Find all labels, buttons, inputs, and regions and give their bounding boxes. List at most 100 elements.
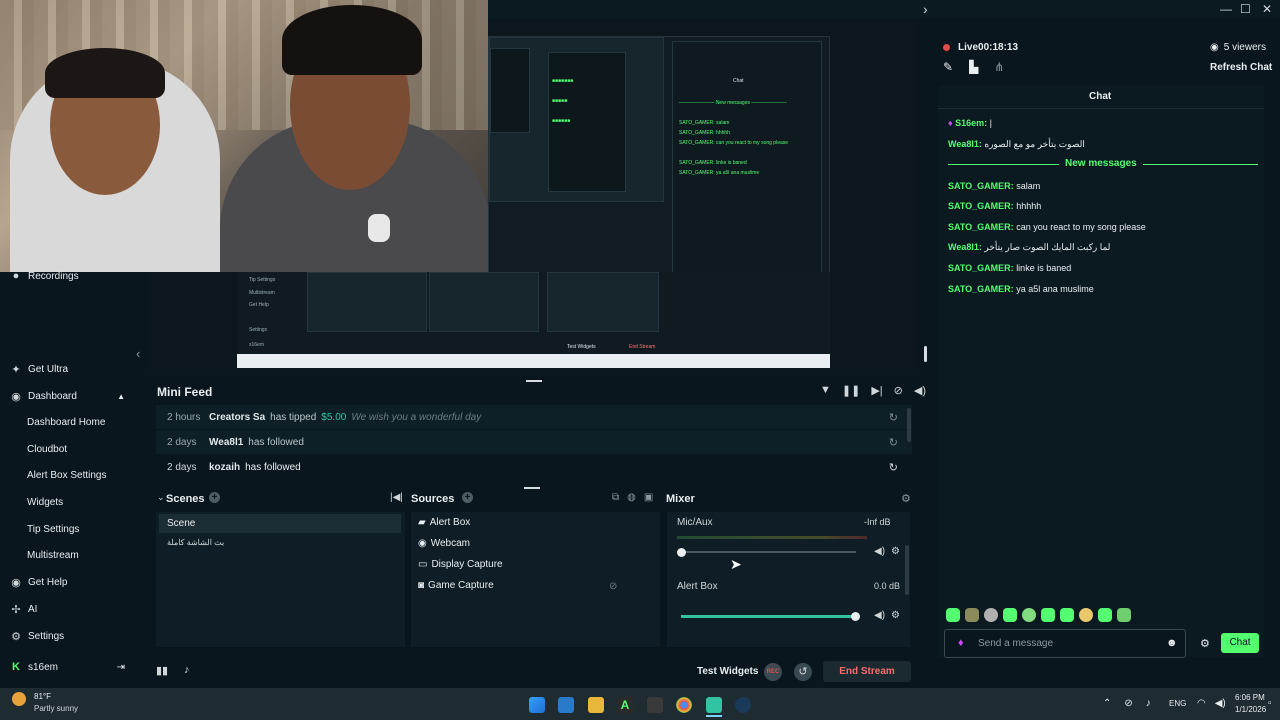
emote-icon[interactable] <box>1117 608 1131 622</box>
stats-icon[interactable]: ▮▮ <box>156 664 168 677</box>
collapse-sidebar-icon[interactable]: ‹ <box>136 346 140 361</box>
sidebar-item-alert-box-settings[interactable]: Alert Box Settings <box>27 470 106 481</box>
collapse-chat-icon[interactable]: › <box>923 1 928 17</box>
mixer-scrollbar[interactable] <box>905 545 909 595</box>
sidebar-item-recordings[interactable]: ● Recordings <box>10 266 79 286</box>
volume-icon[interactable]: ◀) <box>1215 698 1226 709</box>
channel-settings-icon[interactable]: ⚙ <box>891 546 900 557</box>
clock-time[interactable]: 6:06 PM <box>1235 693 1265 702</box>
streamlabs-icon[interactable] <box>706 697 722 713</box>
weather-icon[interactable] <box>12 692 26 706</box>
channel-settings-icon[interactable]: ⚙ <box>891 610 900 621</box>
chevron-down-icon[interactable]: ⌄ <box>157 492 165 503</box>
emote-icon[interactable] <box>1041 608 1055 622</box>
notification-bell-icon[interactable]: ♪ <box>184 664 190 676</box>
pause-icon[interactable]: ❚❚ <box>842 384 860 397</box>
speaker-icon[interactable]: ◀) <box>874 546 885 557</box>
source-item[interactable]: ▭ Display Capture <box>418 559 503 570</box>
source-item[interactable]: ◙ Game Capture <box>418 580 494 591</box>
wifi-icon[interactable]: ◠ <box>1197 698 1206 709</box>
chat-send-button[interactable]: Chat <box>1221 633 1259 653</box>
logout-icon[interactable]: ⇥ <box>117 662 125 673</box>
edit-pencil-icon[interactable]: ✎ <box>943 60 953 74</box>
sidebar-item-ai[interactable]: ✢ AI <box>10 599 37 619</box>
windows-start-icon[interactable] <box>529 697 545 713</box>
feed-scrollbar[interactable] <box>907 408 911 442</box>
emote-icon[interactable] <box>1079 608 1093 622</box>
replay-buffer-icon[interactable]: ↺ <box>794 663 812 681</box>
source-layers-icon[interactable]: ⧉ <box>612 492 619 503</box>
replay-icon[interactable]: ↻ <box>889 411 898 424</box>
add-source-icon[interactable]: + <box>462 492 473 503</box>
emote-icon[interactable] <box>1098 608 1112 622</box>
end-stream-button[interactable]: End Stream <box>823 661 911 682</box>
sidebar-item-cloudbot[interactable]: Cloudbot <box>27 444 67 455</box>
sidebar-item-widgets[interactable]: Widgets <box>27 497 63 508</box>
volume-slider-handle[interactable] <box>677 548 686 557</box>
clip-icon[interactable]: ▙ <box>969 60 978 74</box>
refresh-chat-button[interactable]: Refresh Chat <box>1210 62 1272 73</box>
clock-date[interactable]: 1/1/2026 <box>1235 705 1266 714</box>
hidden-eye-icon[interactable]: ⊘ <box>609 581 617 592</box>
notification-icon[interactable]: ▫ <box>1268 698 1272 709</box>
microphone-icon[interactable]: ♪ <box>1146 698 1151 709</box>
sidebar-item-get-ultra[interactable]: ✦ Get Ultra <box>10 359 68 379</box>
chevron-up-icon[interactable]: ⌃ <box>1103 698 1111 709</box>
steam-icon[interactable] <box>735 697 751 713</box>
add-scene-icon[interactable]: + <box>209 492 220 503</box>
mixer-settings-icon[interactable]: ⚙ <box>901 492 911 505</box>
replay-icon[interactable]: ↻ <box>889 436 898 449</box>
source-item[interactable]: ▰ Alert Box <box>418 517 470 528</box>
minimize-button[interactable]: — <box>1220 2 1232 16</box>
filter-icon[interactable]: ▼ <box>820 384 831 397</box>
skip-icon[interactable]: ▶| <box>871 384 882 397</box>
app-icon[interactable]: A <box>617 697 633 713</box>
emote-icon[interactable] <box>965 608 979 622</box>
source-item[interactable]: ◉ Webcam <box>418 538 470 549</box>
scene-item[interactable]: بث الشاشة كاملة <box>167 538 224 547</box>
sidebar-item-user[interactable]: K s16em ⇥ <box>10 657 125 677</box>
emote-icon[interactable] <box>984 608 998 622</box>
maximize-button[interactable]: ☐ <box>1240 2 1251 16</box>
chat-input-box[interactable]: ♦ Send a message ☻ <box>944 629 1186 658</box>
network-off-icon[interactable]: ⊘ <box>1124 698 1132 709</box>
file-explorer-icon[interactable] <box>588 697 604 713</box>
volume-slider-handle[interactable] <box>851 612 860 621</box>
mic-icon: ♦ <box>958 637 964 649</box>
folder-icon[interactable]: ▣ <box>644 492 653 503</box>
scene-transition-icon[interactable]: |◀| <box>390 492 403 503</box>
share-icon[interactable]: ⋔ <box>994 60 1004 74</box>
emote-icon[interactable] <box>1022 608 1036 622</box>
drag-handle[interactable] <box>524 487 540 489</box>
store-icon[interactable] <box>558 697 574 713</box>
close-button[interactable]: ✕ <box>1262 2 1272 16</box>
sidebar-item-dashboard[interactable]: ◉ Dashboard ▲ <box>10 386 125 406</box>
sidebar-item-multistream[interactable]: Multistream <box>27 550 79 561</box>
replay-icon[interactable]: ↻ <box>889 461 898 474</box>
emote-icon[interactable] <box>946 608 960 622</box>
volume-icon[interactable]: ◀) <box>914 384 926 397</box>
language-indicator[interactable]: ENG <box>1169 699 1186 708</box>
chrome-icon[interactable] <box>676 697 692 713</box>
emote-icon[interactable] <box>1003 608 1017 622</box>
record-button[interactable]: REC <box>764 663 782 681</box>
source-visibility-icon[interactable]: ◍ <box>627 492 636 503</box>
scene-item-selected[interactable]: Scene <box>159 514 401 533</box>
sidebar-item-get-help[interactable]: ◉ Get Help <box>10 572 67 592</box>
capcut-icon[interactable] <box>647 697 663 713</box>
test-widgets-button[interactable]: Test Widgets <box>697 666 758 677</box>
chat-message: SATO_GAMER: ya a5l ana muslime <box>948 284 1094 294</box>
speaker-icon[interactable]: ◀) <box>874 610 885 621</box>
emoji-icon[interactable]: ☻ <box>1166 637 1178 649</box>
sidebar-item-dashboard-home[interactable]: Dashboard Home <box>27 417 105 428</box>
mute-alerts-icon[interactable]: ⊘ <box>894 384 903 397</box>
sidebar-item-settings[interactable]: ⚙ Settings <box>10 626 64 646</box>
sidebar-item-tip-settings[interactable]: Tip Settings <box>27 524 79 535</box>
volume-slider-track[interactable] <box>681 551 856 553</box>
volume-slider-track[interactable] <box>681 615 856 618</box>
emote-icon[interactable] <box>1060 608 1074 622</box>
chat-settings-icon[interactable]: ⚙ <box>1200 637 1210 650</box>
drag-handle[interactable] <box>526 380 542 382</box>
scenes-title: Scenes <box>166 493 205 505</box>
resize-handle[interactable] <box>924 346 927 362</box>
